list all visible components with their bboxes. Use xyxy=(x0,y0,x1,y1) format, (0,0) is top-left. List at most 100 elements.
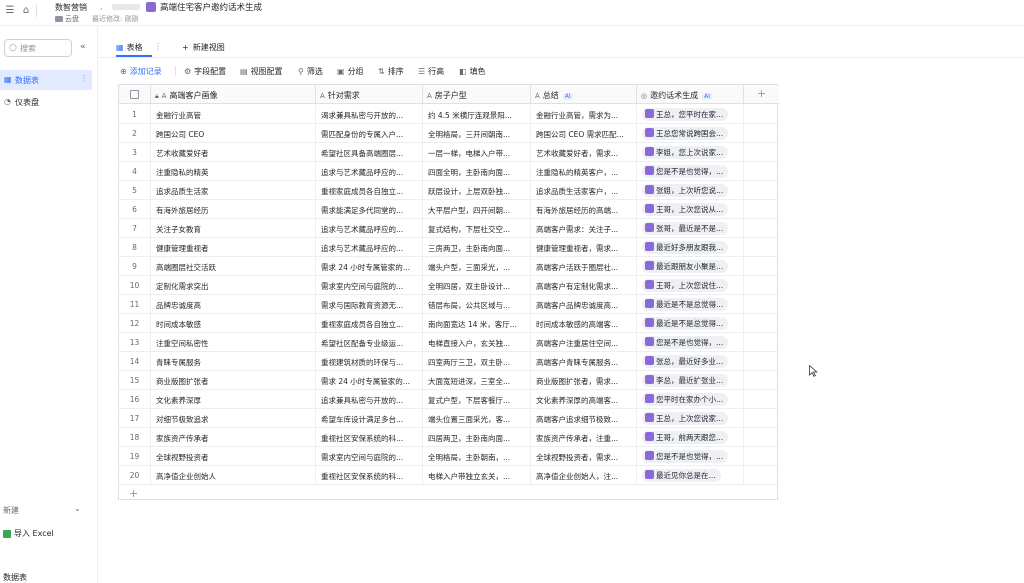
table-row[interactable]: 2 跨国公司 CEO 需匹配身份的专属入户... 全明格局，三开间朝南... 跨国公司 … xyxy=(119,124,779,143)
collapse-sidebar-icon[interactable]: « xyxy=(80,42,86,52)
sidebar-item-table[interactable]: ▦ 数据表 ⋮ xyxy=(0,70,92,90)
cell-layout[interactable]: 全明格局，主卧朝南，... xyxy=(423,447,531,466)
row-number[interactable]: 4 xyxy=(119,162,151,181)
row-number[interactable]: 16 xyxy=(119,390,151,409)
cell-needs[interactable]: 需求能满足多代同堂的... xyxy=(316,200,423,219)
cell-layout[interactable]: 复式户型，下层客餐厅... xyxy=(423,390,531,409)
cell-layout[interactable]: 四室两厅三卫，双主卧... xyxy=(423,352,531,371)
cell-profile[interactable]: 健康管理重视者 xyxy=(151,238,316,257)
cell-summary[interactable]: 高端客户追求细节极致... xyxy=(531,409,637,428)
cell-layout[interactable]: 四面全明，主卧南向面... xyxy=(423,162,531,181)
add-column-icon[interactable]: + xyxy=(744,85,779,104)
cell-invite-script[interactable]: 您是不是也觉得，... xyxy=(637,447,744,466)
search-input[interactable]: ○ 搜索 xyxy=(4,39,72,57)
cell-summary[interactable]: 高端客户活跃于圈层社... xyxy=(531,257,637,276)
table-row[interactable]: 18 家族资产传承者 重视社区安保系统的科... 四居两卫，主卧南向面... 家族资产传… xyxy=(119,428,779,447)
cell-invite-script[interactable]: 最近好多朋友跟我... xyxy=(637,238,744,257)
cell-layout[interactable]: 一层一梯，电梯入户带... xyxy=(423,143,531,162)
generated-text-chip[interactable]: 张哥，最近是不是... xyxy=(642,222,729,235)
cell-profile[interactable]: 文化素养深厚 xyxy=(151,390,316,409)
table-row[interactable]: 9 高端圈层社交活跃 需求 24 小时专属管家的... 端头户型，三面采光，... 高端… xyxy=(119,257,779,276)
row-number[interactable]: 1 xyxy=(119,105,151,124)
cell-needs[interactable]: 重视家庭成员各自独立... xyxy=(316,314,423,333)
generated-text-chip[interactable]: 张总，最近好多业... xyxy=(642,355,729,368)
generated-text-chip[interactable]: 张姐，上次听您说... xyxy=(642,184,729,197)
cell-layout[interactable]: 约 4.5 米横厅连观景阳... xyxy=(423,105,531,124)
cell-layout[interactable]: 三房两卫，主卧南向面... xyxy=(423,238,531,257)
cell-invite-script[interactable]: 最近跟朋友小聚是... xyxy=(637,257,744,276)
cell-invite-script[interactable]: 王哥，前两天跟您... xyxy=(637,428,744,447)
column-header-layout[interactable]: A 房子户型 xyxy=(423,85,531,104)
table-row[interactable]: 19 全球视野投资者 需求室内空间与庭院的... 全明格局，主卧朝南，... 全球视野投… xyxy=(119,447,779,466)
table-row[interactable]: 15 商业版图扩张者 需求 24 小时专属管家的... 大面宽短进深，三室全... 商业… xyxy=(119,371,779,390)
cell-needs[interactable]: 需求 24 小时专属管家的... xyxy=(316,257,423,276)
cell-needs[interactable]: 重视社区安保系统的科... xyxy=(316,466,423,485)
generated-text-chip[interactable]: 李姐，您上次说家... xyxy=(642,146,729,159)
cell-summary[interactable]: 高端客户需求：关注子... xyxy=(531,219,637,238)
cell-invite-script[interactable]: 最近是不是总觉得... xyxy=(637,295,744,314)
cell-needs[interactable]: 追求与艺术藏品呼应的... xyxy=(316,238,423,257)
new-view-button[interactable]: + 新建视图 xyxy=(182,42,225,53)
row-number[interactable]: 12 xyxy=(119,314,151,333)
cell-layout[interactable]: 全明四居，双主卧设计... xyxy=(423,276,531,295)
cell-layout[interactable]: 错层布局，公共区域与... xyxy=(423,295,531,314)
cell-layout[interactable]: 大平层户型，四开间朝... xyxy=(423,200,531,219)
row-number[interactable]: 15 xyxy=(119,371,151,390)
cell-needs[interactable]: 重视家庭成员各自独立... xyxy=(316,181,423,200)
breadcrumb[interactable]: 数智营销 xyxy=(55,2,87,13)
cell-invite-script[interactable]: 李姐，您上次说家... xyxy=(637,143,744,162)
row-number[interactable]: 8 xyxy=(119,238,151,257)
cell-summary[interactable]: 高端客户品牌忠诚度高... xyxy=(531,295,637,314)
view-config-button[interactable]: ▤ 视图配置 xyxy=(240,66,283,77)
cell-layout[interactable]: 四居两卫，主卧南向面... xyxy=(423,428,531,447)
row-number[interactable]: 10 xyxy=(119,276,151,295)
tab-table[interactable]: ▦ 表格 xyxy=(116,42,143,53)
generated-text-chip[interactable]: 您平时在家办个小... xyxy=(642,393,729,406)
cell-needs[interactable]: 需求 24 小时专属管家的... xyxy=(316,371,423,390)
generated-text-chip[interactable]: 最近见你总是在... xyxy=(642,469,721,482)
cell-layout[interactable]: 跃层设计，上层双卧独... xyxy=(423,181,531,200)
row-number[interactable]: 19 xyxy=(119,447,151,466)
cell-summary[interactable]: 高端客户有定制化需求... xyxy=(531,276,637,295)
cell-needs[interactable]: 需求室内空间与庭院的... xyxy=(316,276,423,295)
cell-invite-script[interactable]: 王总，上次您说家... xyxy=(637,409,744,428)
generated-text-chip[interactable]: 您是不是也觉得，... xyxy=(642,450,729,463)
cell-summary[interactable]: 文化素养深厚的高端客... xyxy=(531,390,637,409)
cell-invite-script[interactable]: 李总，最近扩张业... xyxy=(637,371,744,390)
cell-layout[interactable]: 大面宽短进深，三室全... xyxy=(423,371,531,390)
cell-profile[interactable]: 高端圈层社交活跃 xyxy=(151,257,316,276)
home-icon[interactable]: ⌂ xyxy=(20,5,32,17)
cell-invite-script[interactable]: 您是不是也觉得，... xyxy=(637,162,744,181)
table-row[interactable]: 8 健康管理重视者 追求与艺术藏品呼应的... 三房两卫，主卧南向面... 健康管理重视… xyxy=(119,238,779,257)
cell-profile[interactable]: 青睐专属服务 xyxy=(151,352,316,371)
row-number[interactable]: 20 xyxy=(119,466,151,485)
table-row[interactable]: 10 定制化需求突出 需求室内空间与庭院的... 全明四居，双主卧设计... 高端客户有… xyxy=(119,276,779,295)
cell-needs[interactable]: 追求与艺术藏品呼应的... xyxy=(316,162,423,181)
column-header-needs[interactable]: A 针对需求 xyxy=(316,85,423,104)
cell-invite-script[interactable]: 王总，您平时在家... xyxy=(637,105,744,124)
cell-summary[interactable]: 家族资产传承者，注重... xyxy=(531,428,637,447)
cell-summary[interactable]: 高端客户注重居住空间... xyxy=(531,333,637,352)
row-number[interactable]: 17 xyxy=(119,409,151,428)
cell-summary[interactable]: 时间成本敏感的高端客... xyxy=(531,314,637,333)
table-row[interactable]: 1 金融行业高管 渴求兼具私密与开放的... 约 4.5 米横厅连观景阳... 金融行业… xyxy=(119,105,779,124)
generated-text-chip[interactable]: 您是不是也觉得，... xyxy=(642,165,729,178)
cell-summary[interactable]: 有海外旅居经历的高端... xyxy=(531,200,637,219)
table-row[interactable]: 11 品牌忠诚度高 需求与国际教育资源无... 错层布局，公共区域与... 高端客户品牌… xyxy=(119,295,779,314)
cell-summary[interactable]: 高端客户青睐专属服务... xyxy=(531,352,637,371)
row-number[interactable]: 18 xyxy=(119,428,151,447)
cell-layout[interactable]: 南向面宽达 14 米，客厅... xyxy=(423,314,531,333)
add-row-icon[interactable]: + xyxy=(129,487,138,500)
cell-profile[interactable]: 追求品质生活家 xyxy=(151,181,316,200)
generated-text-chip[interactable]: 您是不是也觉得，... xyxy=(642,336,729,349)
generated-text-chip[interactable]: 王总，上次您说家... xyxy=(642,412,729,425)
cell-invite-script[interactable]: 您平时在家办个小... xyxy=(637,390,744,409)
table-row[interactable]: 5 追求品质生活家 重视家庭成员各自独立... 跃层设计，上层双卧独... 追求品质生活… xyxy=(119,181,779,200)
sort-button[interactable]: ⇅ 排序 xyxy=(378,66,404,77)
table-row[interactable]: 7 关注子女教育 追求与艺术藏品呼应的... 复式结构，下层社交空... 高端客户需求：… xyxy=(119,219,779,238)
table-row[interactable]: 13 注重空间私密性 希望社区配备专业级运... 电梯直接入户，玄关独... 高端客户注… xyxy=(119,333,779,352)
cell-needs[interactable]: 重视建筑材质的环保与... xyxy=(316,352,423,371)
row-number[interactable]: 2 xyxy=(119,124,151,143)
row-number[interactable]: 6 xyxy=(119,200,151,219)
cell-invite-script[interactable]: 您是不是也觉得，... xyxy=(637,333,744,352)
